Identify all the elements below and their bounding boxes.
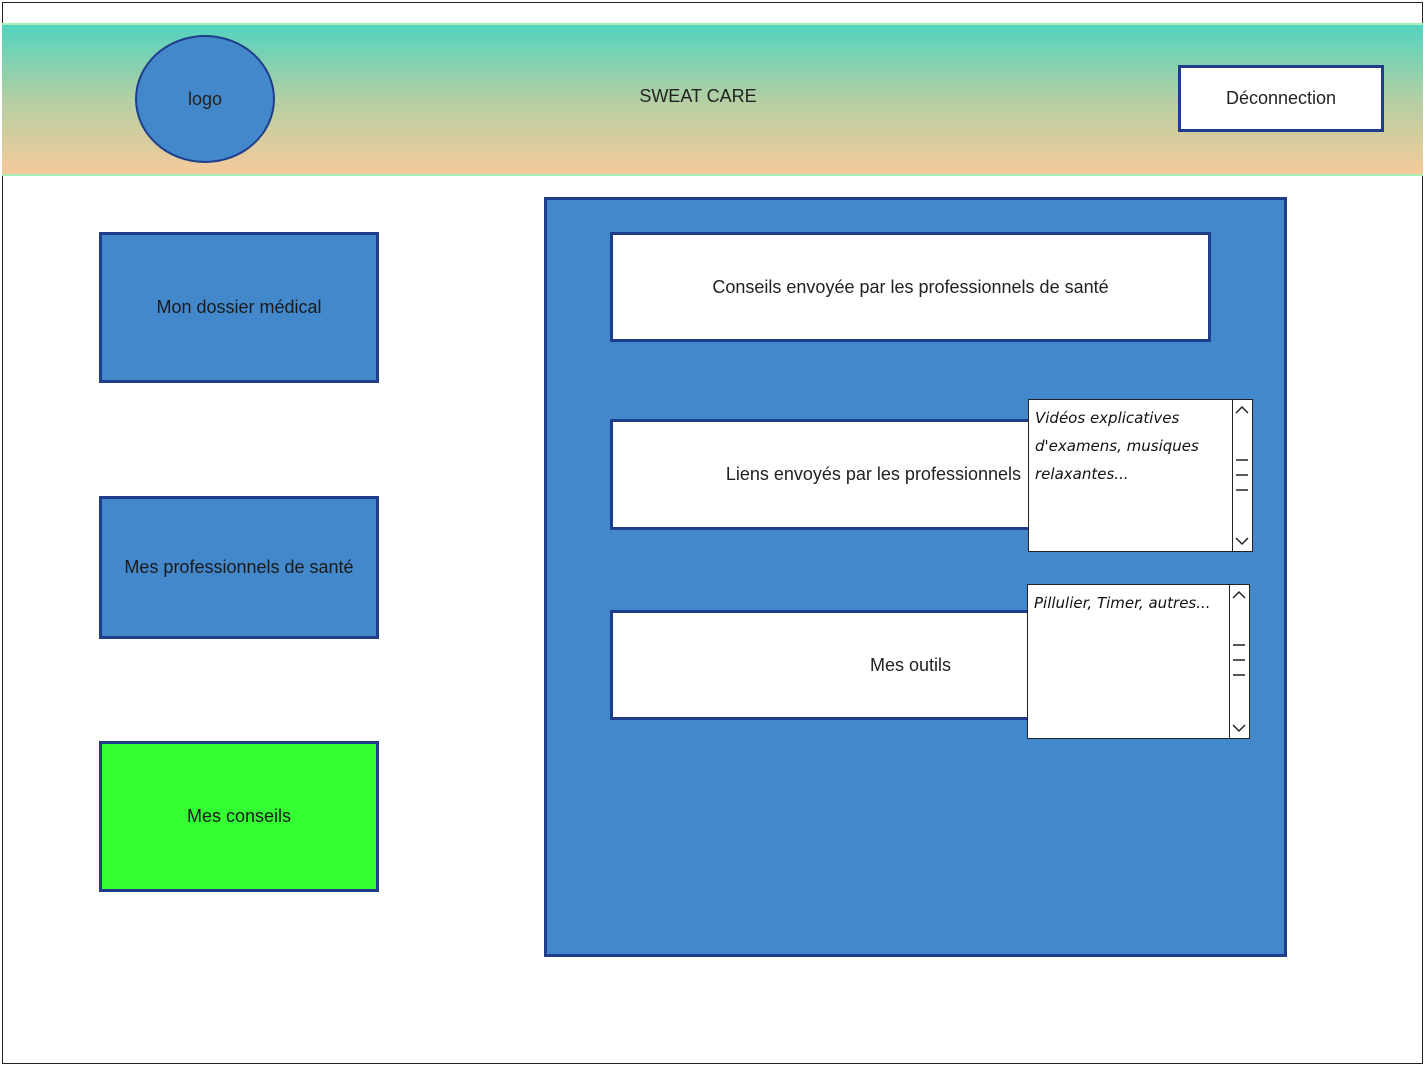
- chevron-down-icon[interactable]: [1233, 533, 1251, 549]
- scroll-thumb-icon[interactable]: [1230, 643, 1248, 677]
- tools-listbox-scrollbar[interactable]: [1229, 585, 1249, 738]
- tools-listbox[interactable]: Pillulier, Timer, autres...: [1027, 584, 1250, 739]
- links-listbox-line: d'examens, musiques: [1035, 437, 1199, 455]
- nav-health-professionals-button[interactable]: Mes professionnels de santé: [99, 496, 379, 639]
- nav-medical-record-button[interactable]: Mon dossier médical: [99, 232, 379, 383]
- scroll-thumb-icon[interactable]: [1233, 458, 1251, 492]
- app-title: SWEAT CARE: [639, 86, 757, 106]
- chevron-up-icon[interactable]: [1233, 402, 1251, 418]
- advice-from-professionals-label: Conseils envoyée par les professionnels …: [712, 276, 1109, 297]
- my-tools-label: Mes outils: [869, 654, 951, 675]
- nav-advice-label: Mes conseils: [186, 806, 292, 826]
- my-tools-card[interactable]: Mes outils: [610, 610, 1040, 720]
- links-from-professionals-card[interactable]: Liens envoyés par les professionnels: [610, 419, 1040, 530]
- chevron-up-icon[interactable]: [1230, 587, 1248, 603]
- logo[interactable]: logo: [135, 35, 275, 163]
- logo-label: logo: [187, 88, 223, 109]
- links-listbox-content: Vidéos explicatives d'examens, musiques …: [1035, 404, 1228, 488]
- links-listbox-line: Vidéos explicatives: [1035, 409, 1180, 427]
- links-listbox-line: relaxantes...: [1035, 465, 1129, 483]
- logout-label: Déconnection: [1225, 88, 1337, 108]
- advice-from-professionals-card[interactable]: Conseils envoyée par les professionnels …: [610, 232, 1211, 342]
- nav-medical-record-label: Mon dossier médical: [156, 297, 322, 317]
- links-listbox-scrollbar[interactable]: [1232, 400, 1252, 551]
- nav-advice-button[interactable]: Mes conseils: [99, 741, 379, 892]
- logout-button[interactable]: Déconnection: [1178, 65, 1384, 132]
- tools-listbox-line: Pillulier, Timer, autres...: [1034, 594, 1211, 612]
- tools-listbox-content: Pillulier, Timer, autres...: [1034, 589, 1225, 617]
- chevron-down-icon[interactable]: [1230, 720, 1248, 736]
- links-from-professionals-label: Liens envoyés par les professionnels: [725, 464, 1021, 484]
- links-listbox[interactable]: Vidéos explicatives d'examens, musiques …: [1028, 399, 1253, 552]
- nav-health-professionals-label: Mes professionnels de santé: [124, 557, 354, 577]
